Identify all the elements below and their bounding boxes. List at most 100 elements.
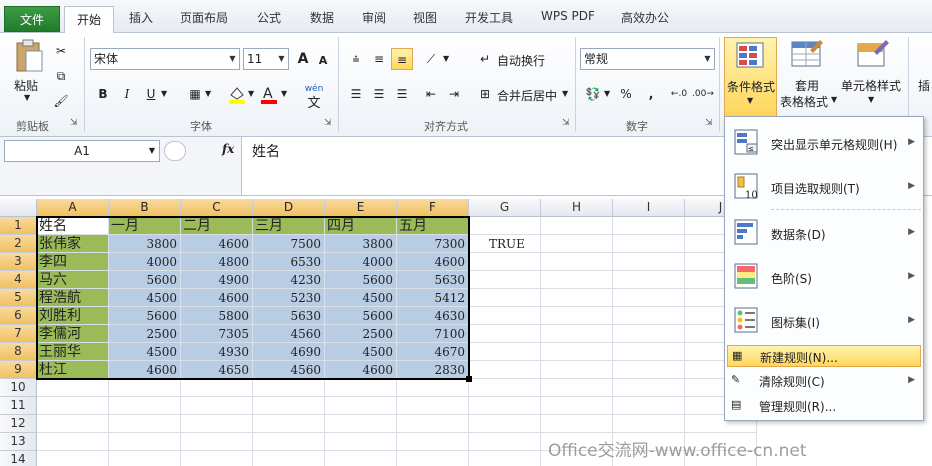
table-cell[interactable] (469, 253, 541, 271)
table-cell[interactable] (541, 271, 613, 289)
fill-handle[interactable] (466, 376, 472, 382)
fill-color-dropdown-icon[interactable]: ▼ (248, 89, 254, 98)
row-header[interactable]: 5 (0, 289, 37, 307)
table-cell[interactable]: 一月 (109, 217, 181, 235)
table-cell[interactable]: 马六 (37, 271, 109, 289)
table-cell[interactable]: 2500 (109, 325, 181, 343)
table-cell[interactable] (37, 451, 109, 466)
table-cell[interactable] (181, 433, 253, 451)
table-cell[interactable]: 4600 (181, 235, 253, 253)
table-cell[interactable]: 4000 (109, 253, 181, 271)
table-cell[interactable] (109, 397, 181, 415)
table-cell[interactable] (613, 253, 685, 271)
increase-indent-icon[interactable]: ⇥ (443, 83, 465, 105)
table-cell[interactable] (469, 433, 541, 451)
table-cell[interactable] (37, 397, 109, 415)
table-cell[interactable] (325, 379, 397, 397)
column-header[interactable]: F (397, 199, 469, 217)
table-cell[interactable]: TRUE (469, 235, 541, 253)
table-cell[interactable]: 5600 (109, 307, 181, 325)
underline-dropdown-icon[interactable]: ▼ (161, 89, 167, 98)
table-cell[interactable]: 5800 (181, 307, 253, 325)
table-cell[interactable] (541, 361, 613, 379)
table-cell[interactable]: 4500 (109, 343, 181, 361)
table-cell[interactable] (325, 397, 397, 415)
cell-styles-button[interactable]: 单元格样式 (841, 77, 901, 94)
table-cell[interactable]: 5230 (253, 289, 325, 307)
table-cell[interactable] (397, 379, 469, 397)
wrap-text-button[interactable]: 自动换行 (497, 52, 545, 69)
table-cell[interactable] (37, 433, 109, 451)
table-cell[interactable]: 4500 (325, 343, 397, 361)
table-cell[interactable] (613, 307, 685, 325)
table-cell[interactable]: 4600 (181, 289, 253, 307)
table-cell[interactable] (181, 415, 253, 433)
row-header[interactable]: 7 (0, 325, 37, 343)
row-header[interactable]: 3 (0, 253, 37, 271)
menu-item-data-bars[interactable]: 数据条(D) ▶ (725, 213, 923, 253)
table-cell[interactable]: 五月 (397, 217, 469, 235)
table-cell[interactable] (613, 271, 685, 289)
tab-page-layout[interactable]: 页面布局 (180, 9, 228, 26)
table-cell[interactable]: 5600 (109, 271, 181, 289)
table-cell[interactable] (325, 433, 397, 451)
table-cell[interactable]: 4900 (181, 271, 253, 289)
tab-formulas[interactable]: 公式 (257, 9, 281, 26)
select-all-corner[interactable] (0, 199, 37, 217)
table-cell[interactable] (181, 451, 253, 466)
menu-item-clear-rules[interactable]: ✎ 清除规则(C) ▶ (725, 370, 923, 392)
menu-item-manage-rules[interactable]: ▤ 管理规则(R)... (725, 395, 923, 417)
table-cell[interactable]: 6530 (253, 253, 325, 271)
clipboard-launcher-icon[interactable]: ⇲ (70, 118, 78, 128)
table-cell[interactable] (613, 289, 685, 307)
column-header[interactable]: I (613, 199, 685, 217)
accounting-dropdown-icon[interactable]: ▼ (604, 89, 610, 98)
cut-icon[interactable]: ✂ (50, 40, 72, 62)
table-cell[interactable]: 7300 (397, 235, 469, 253)
formula-bar-splitter[interactable] (164, 141, 186, 161)
table-cell[interactable] (541, 415, 613, 433)
tab-view[interactable]: 视图 (413, 9, 437, 26)
table-cell[interactable]: 李四 (37, 253, 109, 271)
table-cell[interactable]: 4560 (253, 361, 325, 379)
row-header[interactable]: 12 (0, 415, 37, 433)
column-header[interactable]: A (37, 199, 109, 217)
table-cell[interactable]: 4500 (109, 289, 181, 307)
wrap-text-icon[interactable]: ↵ (474, 48, 496, 70)
table-cell[interactable] (469, 379, 541, 397)
table-cell[interactable]: 4650 (181, 361, 253, 379)
table-cell[interactable] (37, 415, 109, 433)
table-cell[interactable] (181, 397, 253, 415)
table-cell[interactable] (325, 415, 397, 433)
row-header[interactable]: 13 (0, 433, 37, 451)
table-cell[interactable]: 4930 (181, 343, 253, 361)
phonetic-icon[interactable]: wén 文 (300, 80, 328, 111)
table-cell[interactable] (541, 343, 613, 361)
table-cell[interactable]: 刘胜利 (37, 307, 109, 325)
menu-item-top-bottom-rules[interactable]: 10 项目选取规则(T) ▶ (725, 167, 923, 207)
border-dropdown-icon[interactable]: ▼ (205, 89, 211, 98)
table-cell[interactable]: 7500 (253, 235, 325, 253)
table-cell[interactable] (397, 451, 469, 466)
table-cell[interactable]: 4670 (397, 343, 469, 361)
table-cell[interactable] (613, 235, 685, 253)
italic-button[interactable]: I (116, 83, 138, 105)
table-cell[interactable] (397, 433, 469, 451)
table-cell[interactable]: 4600 (325, 361, 397, 379)
menu-item-color-scales[interactable]: 色阶(S) ▶ (725, 257, 923, 297)
table-cell[interactable]: 杜江 (37, 361, 109, 379)
table-cell[interactable] (613, 379, 685, 397)
merge-center-icon[interactable]: ⊞ (474, 83, 496, 105)
table-cell[interactable] (541, 307, 613, 325)
font-launcher-icon[interactable]: ⇲ (324, 118, 332, 128)
table-cell[interactable] (541, 289, 613, 307)
column-header[interactable]: B (109, 199, 181, 217)
menu-item-icon-sets[interactable]: 图标集(I) ▶ (725, 301, 923, 341)
paste-dropdown-icon[interactable]: ▼ (24, 93, 30, 102)
table-cell[interactable] (397, 415, 469, 433)
number-launcher-icon[interactable]: ⇲ (705, 118, 713, 128)
table-cell[interactable]: 5630 (397, 271, 469, 289)
bold-button[interactable]: B (92, 83, 114, 105)
align-left-icon[interactable]: ☰ (345, 83, 367, 105)
font-color-dropdown-icon[interactable]: ▼ (281, 89, 287, 98)
